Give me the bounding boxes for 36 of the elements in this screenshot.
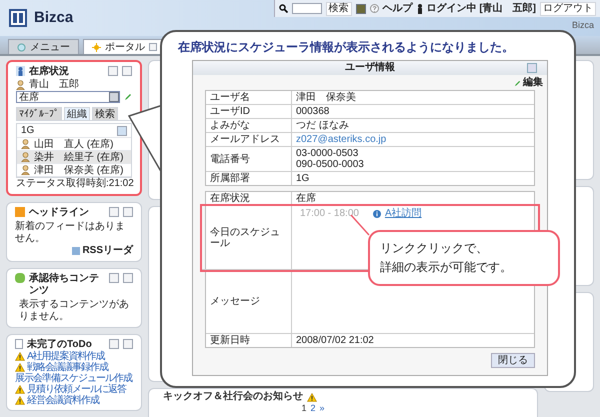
- field-value: 090-0500-0003: [296, 159, 364, 170]
- note-text: リンククリックで、: [380, 241, 489, 256]
- field-value: 03-0000-0503: [296, 148, 360, 159]
- dialog-title: ユーザ情報: [345, 62, 395, 74]
- field-label: 更新日時: [206, 334, 292, 347]
- approval-message: 表示するコンテンツがありません。: [18, 299, 130, 323]
- field-label: メッセージ: [206, 270, 292, 333]
- field-label: ユーザ名: [206, 91, 292, 104]
- notice-title: キックオフ＆社行会のお知らせ: [163, 391, 303, 403]
- field-label: よみがな: [206, 119, 292, 132]
- field-label: メールアドレス: [206, 133, 292, 146]
- portlet-title: ヘッドライン: [29, 207, 90, 219]
- field-label: 今日のスケジュール: [206, 206, 292, 269]
- field-value: 在席: [295, 192, 317, 205]
- logo-text: Bizca: [34, 8, 74, 28]
- portlet-title: 未完了のToDo: [27, 339, 93, 350]
- group-name: 1G: [21, 124, 34, 138]
- schedule-time: 17:00 - 18:00: [300, 208, 359, 219]
- field-value: 000368: [296, 106, 330, 117]
- field-value: つだ ほなみ: [296, 120, 349, 131]
- field-label: 在席状況: [206, 192, 292, 205]
- field-value: 1G: [296, 173, 310, 184]
- portlet-title: 在席状況: [29, 66, 70, 78]
- callout-title: 在席状況にスケジューラ情報が表示されるようになりました。: [176, 39, 515, 55]
- field-label: 電話番号: [206, 147, 292, 171]
- field-value: 2008/07/02 21:02: [295, 334, 375, 347]
- field-label: ユーザID: [206, 105, 292, 118]
- field-value: 津田 保奈美: [296, 92, 356, 103]
- headline-message: 新着のフィードはありません。: [15, 221, 126, 244]
- note-text: 詳細の表示が可能です。: [380, 260, 513, 275]
- user-name: 青山 五郎: [29, 78, 79, 91]
- site-name: Bizca: [572, 19, 595, 32]
- field-label: 所属部署: [206, 172, 292, 185]
- login-status: ログイン中 [青山 五郎]: [426, 1, 536, 16]
- portlet-title: 承認待ちコンテンツ: [29, 273, 100, 297]
- status-updated-time: ステータス取得時刻:21:02: [16, 178, 132, 190]
